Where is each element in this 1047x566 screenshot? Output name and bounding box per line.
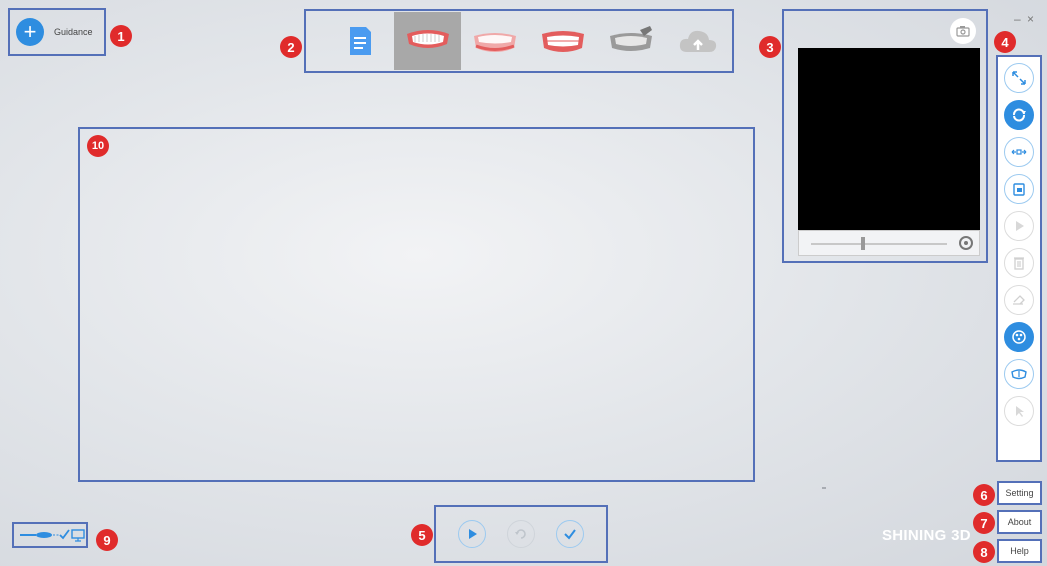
delete-button[interactable] <box>1004 248 1034 278</box>
eraser-button[interactable] <box>1004 285 1034 315</box>
3d-model-viewport[interactable] <box>78 127 755 482</box>
jaw-view-icon <box>1011 369 1027 380</box>
checkmark-icon <box>563 529 576 540</box>
fit-view-icon <box>1012 71 1026 85</box>
help-button[interactable]: Help <box>997 539 1042 563</box>
snapshot-button[interactable] <box>950 18 976 44</box>
refresh-button[interactable] <box>506 520 535 548</box>
about-button[interactable]: About <box>997 510 1042 534</box>
callout-badge-7: 7 <box>973 512 995 534</box>
workflow-toolbar <box>304 9 734 73</box>
rotate-button[interactable] <box>1004 100 1034 130</box>
edit-model-icon <box>609 26 652 51</box>
camera-icon <box>956 26 970 37</box>
refresh-icon <box>514 529 526 539</box>
guidance-button[interactable]: + Guidance <box>8 8 106 56</box>
texture-button[interactable] <box>1004 322 1034 352</box>
brand-logo: SHINING 3D <box>882 527 971 544</box>
confirm-button[interactable] <box>555 520 584 548</box>
upper-jaw-icon <box>406 30 449 48</box>
callout-badge-3: 3 <box>759 36 781 58</box>
toolbar-item-lower-jaw[interactable] <box>461 12 529 70</box>
callout-badge-10: 10 <box>87 135 109 157</box>
toolbar-item-upload[interactable] <box>664 12 732 70</box>
focus-icon[interactable] <box>959 236 973 250</box>
device-connection-status <box>12 522 88 548</box>
select-button[interactable] <box>1004 396 1034 426</box>
fit-view-button[interactable] <box>1004 63 1034 93</box>
tool-sidebar <box>996 55 1042 462</box>
play-button[interactable] <box>1004 211 1034 241</box>
play-icon <box>1016 221 1024 231</box>
cloud-upload-icon <box>680 30 717 52</box>
brightness-slider-track[interactable] <box>811 243 947 245</box>
toolbar-item-notes[interactable] <box>326 12 394 70</box>
camera-control-bar <box>798 230 980 256</box>
lock-icon <box>1013 183 1025 196</box>
order-notes-icon <box>349 27 371 55</box>
callout-badge-8: 8 <box>973 541 995 563</box>
brightness-slider-handle[interactable] <box>861 237 865 250</box>
toolbar-item-edit[interactable] <box>597 12 665 70</box>
toolbar-item-occlusion[interactable] <box>529 12 597 70</box>
toolbar-item-upper-jaw[interactable] <box>393 12 462 70</box>
callout-badge-9: 9 <box>96 529 118 551</box>
select-icon <box>1016 406 1024 417</box>
guidance-label: Guidance <box>54 27 93 37</box>
lower-jaw-icon <box>474 33 517 52</box>
start-scan-button[interactable] <box>458 520 487 548</box>
setting-button[interactable]: Setting <box>997 481 1042 505</box>
texture-icon <box>1012 330 1026 344</box>
play-icon <box>469 529 478 539</box>
pan-button[interactable] <box>1004 137 1034 167</box>
rotate-icon <box>1013 108 1026 122</box>
delete-icon <box>1014 257 1024 270</box>
pan-icon <box>1011 149 1027 155</box>
callout-badge-2: 2 <box>280 36 302 58</box>
callout-badge-1: 1 <box>110 25 132 47</box>
viewport-marker <box>822 487 826 489</box>
scanner-connection-icon <box>20 529 85 542</box>
plus-icon: + <box>16 18 44 46</box>
close-button[interactable]: × <box>1027 12 1034 26</box>
callout-badge-6: 6 <box>973 484 995 506</box>
camera-video-feed <box>798 48 980 230</box>
occlusion-icon <box>541 31 584 52</box>
camera-preview-panel <box>782 9 988 263</box>
eraser-icon <box>1013 295 1025 305</box>
scan-control-bar <box>434 505 608 563</box>
callout-badge-4: 4 <box>994 31 1016 53</box>
lock-button[interactable] <box>1004 174 1034 204</box>
jaw-view-button[interactable] <box>1004 359 1034 389</box>
minimize-button[interactable]: – <box>1014 12 1021 26</box>
callout-badge-5: 5 <box>411 524 433 546</box>
